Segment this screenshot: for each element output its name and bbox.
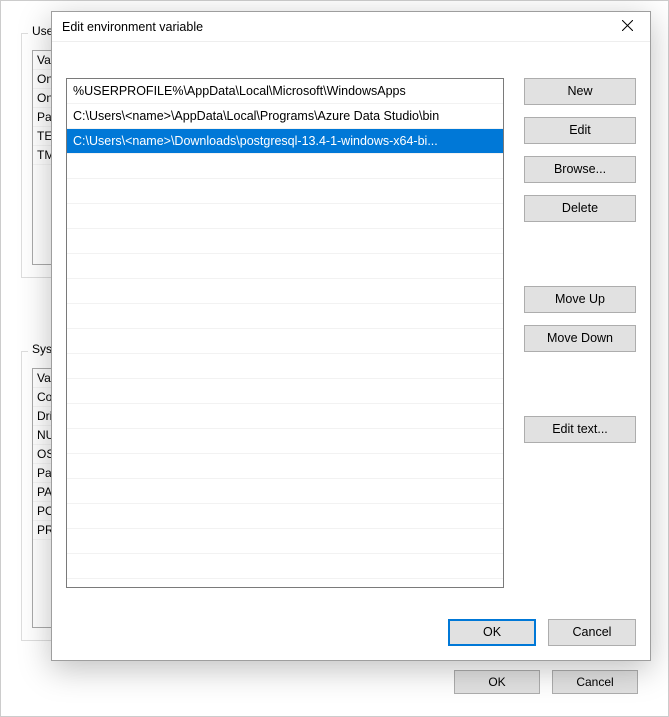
- path-entry-empty[interactable]: .: [67, 204, 503, 229]
- path-entry-selected[interactable]: C:\Users\<name>\Downloads\postgresql-13.…: [67, 129, 503, 154]
- path-entry-empty[interactable]: .: [67, 154, 503, 179]
- move-down-button[interactable]: Move Down: [524, 325, 636, 352]
- path-entries-list[interactable]: %USERPROFILE%\AppData\Local\Microsoft\Wi…: [66, 78, 504, 588]
- dialog-side-buttons: New Edit Browse... Delete Move Up Move D…: [524, 78, 636, 443]
- edit-text-button[interactable]: Edit text...: [524, 416, 636, 443]
- dialog-bottom-buttons: OK Cancel: [448, 619, 636, 646]
- path-entry-empty[interactable]: .: [67, 179, 503, 204]
- path-entry-empty[interactable]: .: [67, 404, 503, 429]
- new-button[interactable]: New: [524, 78, 636, 105]
- edit-button[interactable]: Edit: [524, 117, 636, 144]
- ok-button[interactable]: OK: [448, 619, 536, 646]
- browse-button[interactable]: Browse...: [524, 156, 636, 183]
- path-entry-empty[interactable]: .: [67, 329, 503, 354]
- path-entry[interactable]: C:\Users\<name>\AppData\Local\Programs\A…: [67, 104, 503, 129]
- path-entry-empty[interactable]: .: [67, 554, 503, 579]
- cancel-button[interactable]: Cancel: [548, 619, 636, 646]
- path-entry-empty[interactable]: .: [67, 479, 503, 504]
- path-entry-empty[interactable]: .: [67, 429, 503, 454]
- path-entry-empty[interactable]: .: [67, 354, 503, 379]
- edit-environment-variable-dialog: Edit environment variable %USERPROFILE%\…: [51, 11, 651, 661]
- path-entry-empty[interactable]: .: [67, 504, 503, 529]
- path-entry-empty[interactable]: .: [67, 304, 503, 329]
- path-entry-empty[interactable]: .: [67, 279, 503, 304]
- cancel-button[interactable]: Cancel: [552, 670, 638, 694]
- ok-button[interactable]: OK: [454, 670, 540, 694]
- close-icon: [622, 18, 633, 36]
- move-up-button[interactable]: Move Up: [524, 286, 636, 313]
- close-button[interactable]: [605, 12, 650, 42]
- dialog-title: Edit environment variable: [52, 12, 650, 42]
- path-entry-empty[interactable]: .: [67, 529, 503, 554]
- delete-button[interactable]: Delete: [524, 195, 636, 222]
- path-entry-empty[interactable]: .: [67, 254, 503, 279]
- dialog-body: %USERPROFILE%\AppData\Local\Microsoft\Wi…: [66, 56, 636, 646]
- path-entry[interactable]: %USERPROFILE%\AppData\Local\Microsoft\Wi…: [67, 79, 503, 104]
- path-entry-empty[interactable]: .: [67, 229, 503, 254]
- env-window-buttons: OK Cancel: [454, 670, 638, 694]
- path-entry-empty[interactable]: .: [67, 379, 503, 404]
- path-entry-empty[interactable]: .: [67, 454, 503, 479]
